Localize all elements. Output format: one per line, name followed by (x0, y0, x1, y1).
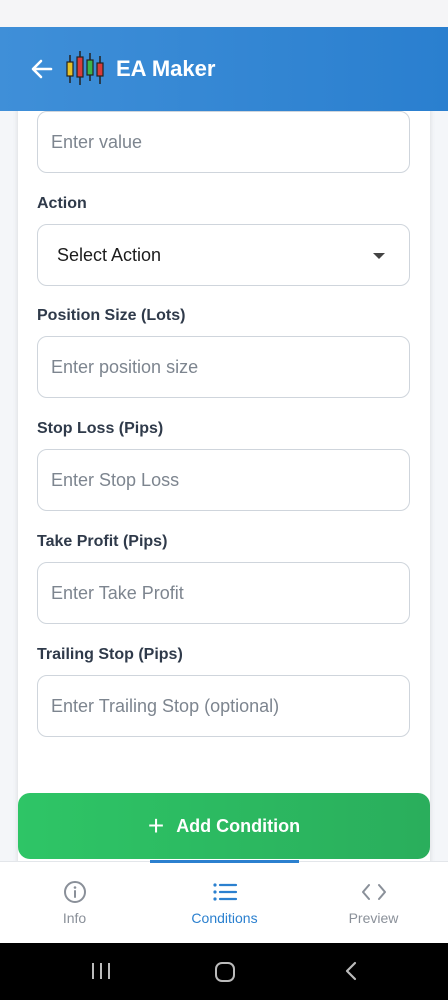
value-input[interactable] (37, 111, 410, 173)
add-condition-button[interactable]: + Add Condition (18, 793, 430, 859)
conditions-scroll-area[interactable]: Action Select Action Position Size (Lots… (0, 111, 448, 861)
take-profit-label: Take Profit (Pips) (37, 533, 168, 550)
app-header: EA Maker (0, 27, 448, 111)
trailing-stop-input[interactable] (37, 675, 410, 737)
tab-conditions[interactable]: Conditions (150, 862, 299, 944)
tab-info-label: Info (62, 910, 87, 926)
tab-conditions-label: Conditions (191, 910, 258, 926)
action-select-value: Select Action (57, 244, 162, 265)
recent-apps-icon[interactable] (90, 961, 112, 981)
tab-preview-label: Preview (348, 910, 399, 926)
position-size-input[interactable] (37, 336, 410, 398)
plus-icon: + (147, 810, 165, 841)
dropdown-caret-icon (373, 253, 385, 259)
trailing-stop-label: Trailing Stop (Pips) (37, 646, 183, 663)
candlestick-logo-icon (64, 49, 106, 89)
bottom-nav: Info Conditions Preview (0, 860, 448, 944)
stop-loss-label: Stop Loss (Pips) (37, 420, 164, 437)
code-icon (361, 884, 386, 900)
info-icon (63, 881, 86, 903)
action-select[interactable]: Select Action (37, 224, 410, 286)
take-profit-input[interactable] (37, 562, 410, 624)
home-icon[interactable] (214, 961, 236, 983)
list-icon (212, 883, 237, 901)
position-size-label: Position Size (Lots) (37, 307, 186, 324)
app-title: EA Maker (116, 56, 216, 81)
tab-preview[interactable]: Preview (299, 862, 448, 944)
status-bar (0, 0, 448, 27)
action-label: Action (37, 195, 87, 212)
back-arrow-icon[interactable] (28, 55, 56, 83)
add-condition-label: Add Condition (176, 815, 301, 836)
system-navigation-bar (0, 943, 448, 1000)
tab-info[interactable]: Info (0, 862, 149, 944)
stop-loss-input[interactable] (37, 449, 410, 511)
back-nav-icon[interactable] (344, 961, 358, 981)
